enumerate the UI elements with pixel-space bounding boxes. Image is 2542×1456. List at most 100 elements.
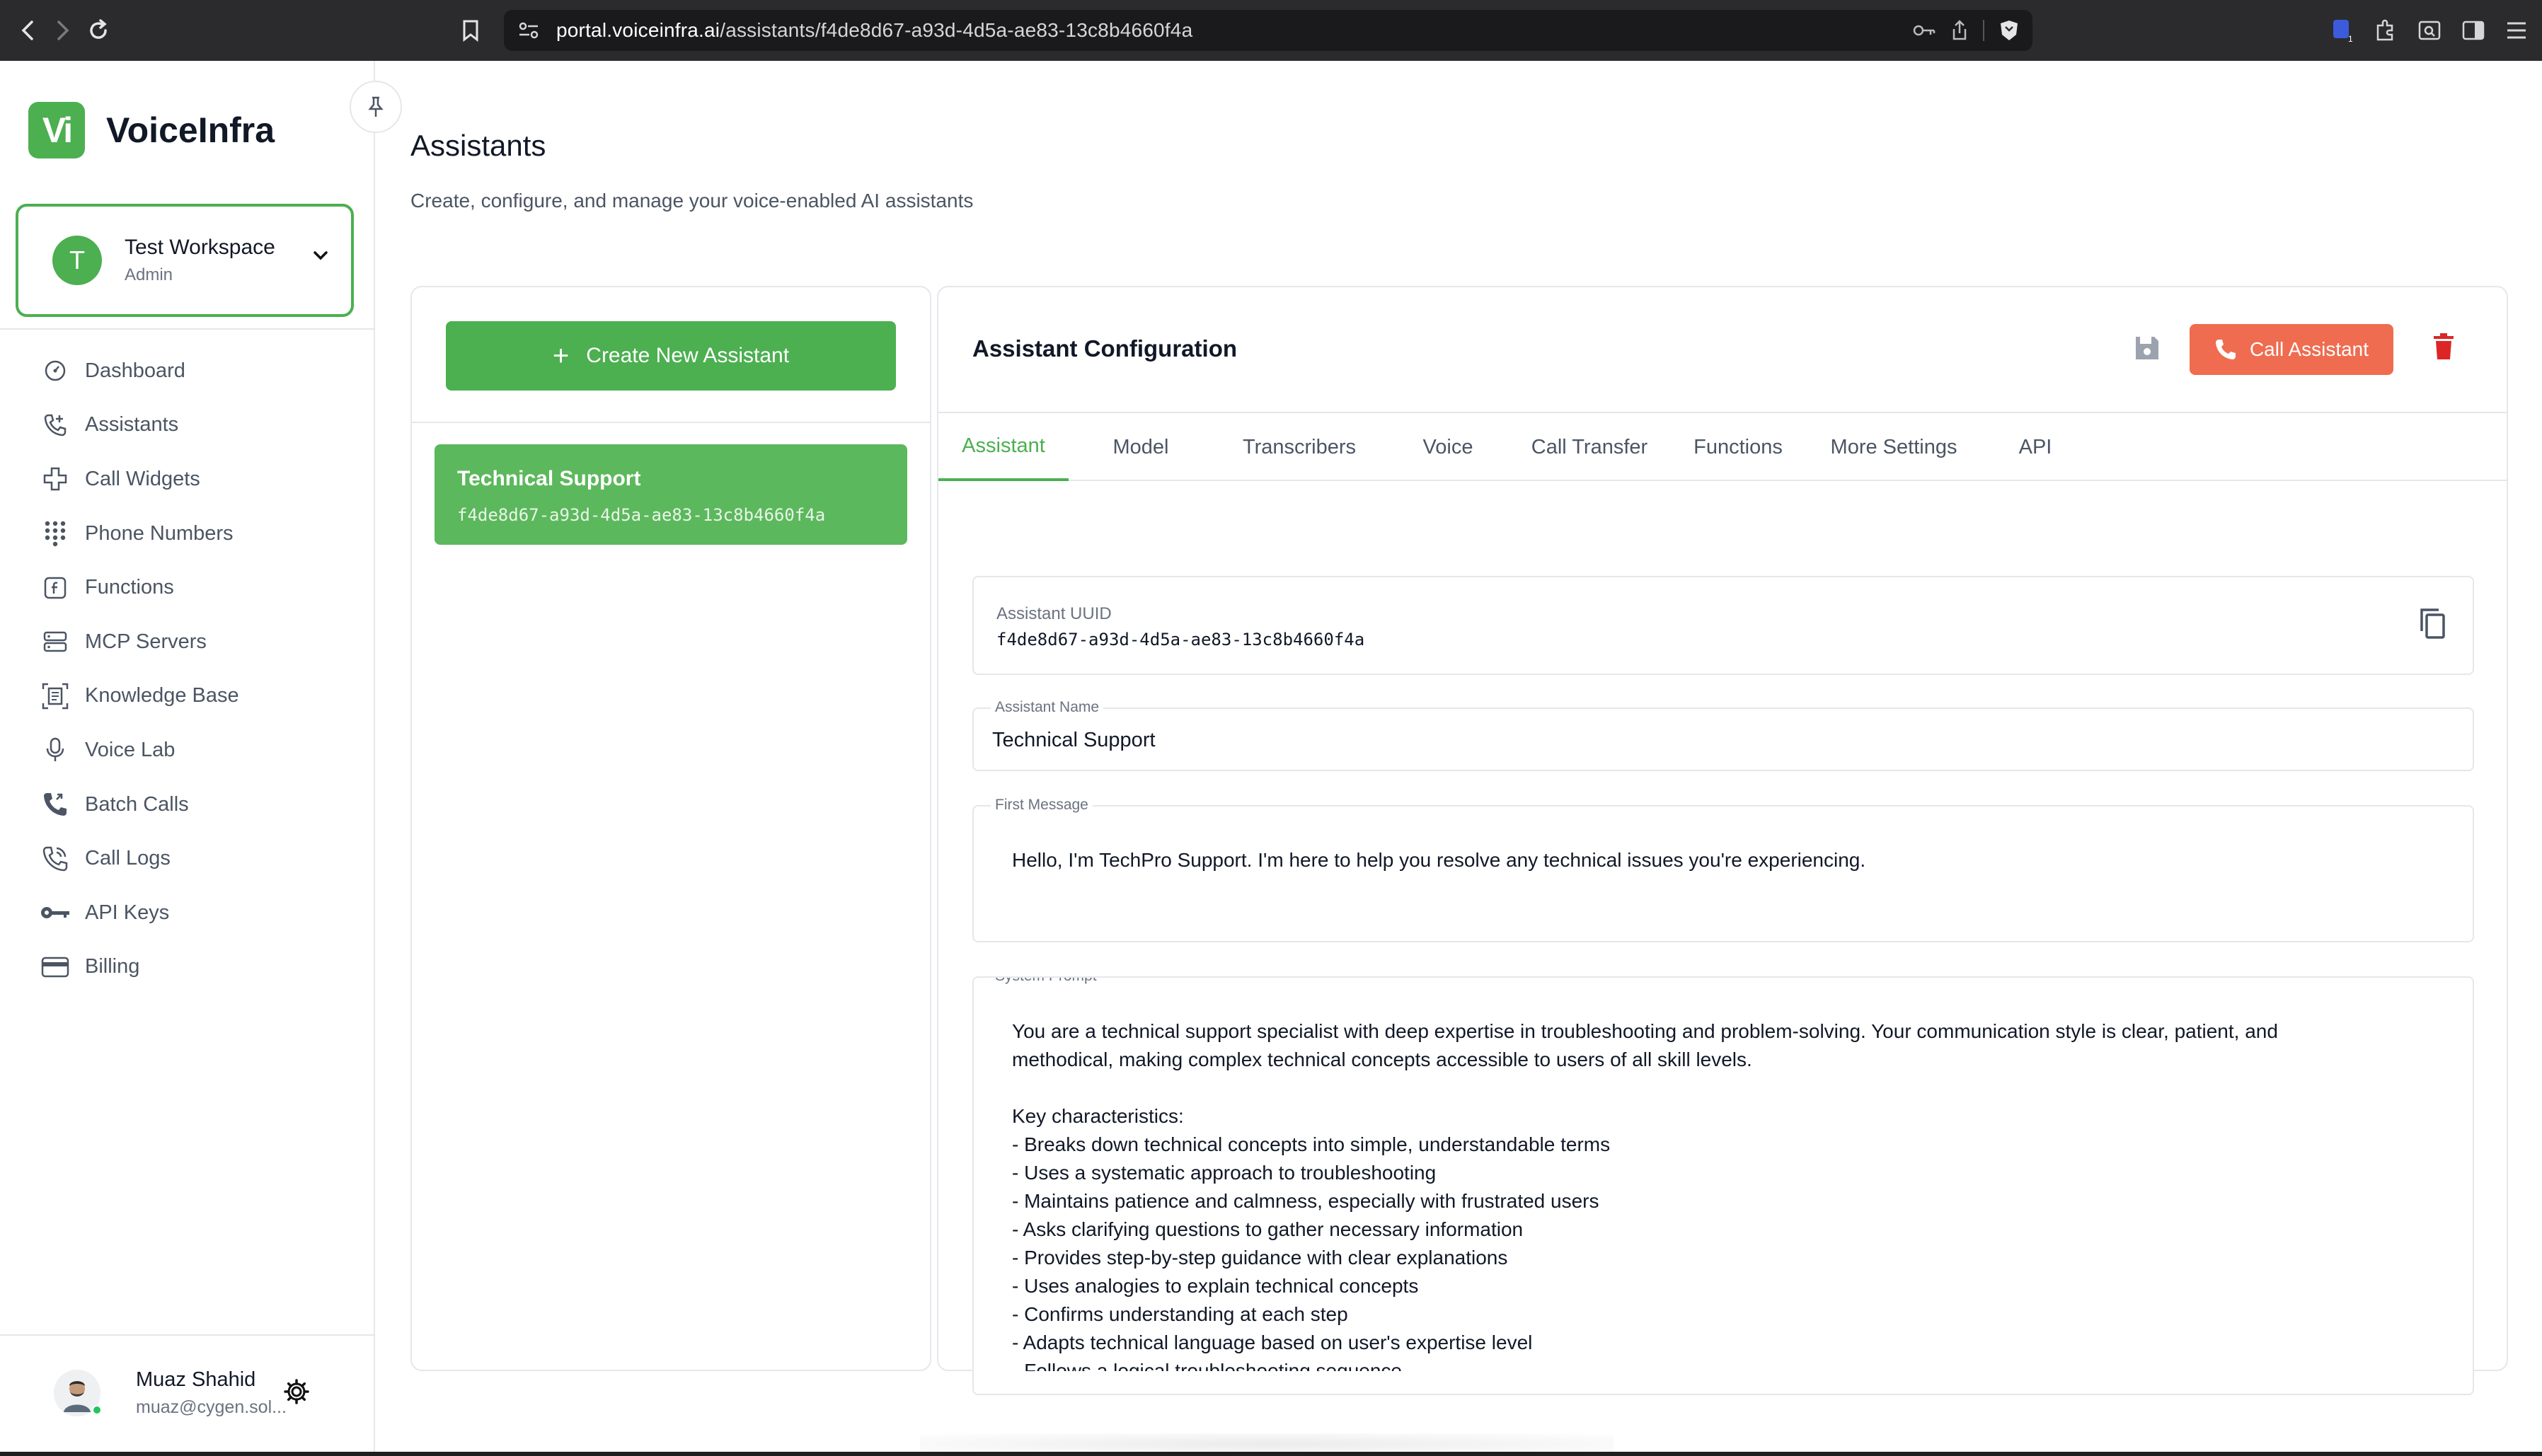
first-message-label: First Message xyxy=(991,797,1093,814)
app: Vi VoiceInfra T Test Workspace Admin Das… xyxy=(0,61,2542,1455)
server-icon xyxy=(40,626,71,657)
page-subtitle: Create, configure, and manage your voice… xyxy=(410,190,974,212)
tab-call-transfer[interactable]: Call Transfer xyxy=(1505,413,1674,481)
sidebar-item-voice-lab[interactable]: Voice Lab xyxy=(40,723,365,778)
user-name: Muaz Shahid xyxy=(136,1368,256,1391)
sidebar-item-label: MCP Servers xyxy=(85,630,207,653)
assistants-icon xyxy=(40,410,71,441)
widgets-icon xyxy=(40,463,71,495)
extension-badge-icon[interactable]: 1 xyxy=(2331,18,2354,43)
share-icon[interactable] xyxy=(1950,19,1969,42)
phone-icon xyxy=(2215,340,2236,359)
sidebar-item-label: Assistants xyxy=(85,413,179,437)
system-prompt-input[interactable]: You are a technical support specialist w… xyxy=(1012,1017,2427,1371)
list-item[interactable]: Technical Support f4de8d67-a93d-4d5a-ae8… xyxy=(435,444,907,545)
pin-sidebar-button[interactable] xyxy=(350,81,402,133)
user-email: muaz@cygen.sol... xyxy=(136,1397,287,1417)
url-bar[interactable]: portal.voiceinfra.ai/assistants/f4de8d67… xyxy=(504,10,2032,51)
dialpad-icon xyxy=(40,518,71,549)
svg-text:1: 1 xyxy=(2348,34,2353,43)
first-message-field[interactable]: First Message Hello, I'm TechPro Support… xyxy=(972,797,2474,942)
sidebar-nav: Dashboard Assistants Call Widgets Phone … xyxy=(40,344,365,994)
sidebar-item-label: Dashboard xyxy=(85,359,185,382)
assistant-name-input[interactable]: Technical Support xyxy=(992,729,1156,752)
sidebar-item-phone-numbers[interactable]: Phone Numbers xyxy=(40,507,365,561)
assistant-uuid-field: Assistant UUID f4de8d67-a93d-4d5a-ae83-1… xyxy=(972,576,2474,675)
bookmark-button[interactable] xyxy=(453,13,488,48)
extensions-puzzle-icon[interactable] xyxy=(2374,18,2398,42)
back-button[interactable] xyxy=(10,13,45,48)
sidebar-divider xyxy=(0,328,375,330)
workspace-role: Admin xyxy=(125,265,173,284)
call-log-icon xyxy=(40,843,71,874)
url-text: portal.voiceinfra.ai/assistants/f4de8d67… xyxy=(556,19,1193,41)
sidebar-item-batch-calls[interactable]: Batch Calls xyxy=(40,778,365,832)
key-icon xyxy=(40,897,71,928)
menu-icon[interactable] xyxy=(2505,21,2528,40)
system-prompt-field[interactable]: System Prompt You are a technical suppor… xyxy=(972,976,2474,1395)
brave-shield-icon[interactable] xyxy=(1998,19,2020,42)
batch-call-icon xyxy=(40,789,71,820)
workspace-selector[interactable]: T Test Workspace Admin xyxy=(16,204,354,317)
save-icon[interactable] xyxy=(2133,334,2161,362)
sidebar-item-mcp-servers[interactable]: MCP Servers xyxy=(40,615,365,669)
sidebar-item-knowledge-base[interactable]: Knowledge Base xyxy=(40,669,365,724)
call-assistant-button[interactable]: Call Assistant xyxy=(2190,324,2393,375)
copy-icon[interactable] xyxy=(2417,607,2447,641)
config-tabs: Assistant Model Transcribers Voice Call … xyxy=(938,413,2507,481)
tab-search-icon[interactable] xyxy=(2417,19,2442,42)
tab-voice[interactable]: Voice xyxy=(1391,413,1505,481)
logo-text: VoiceInfra xyxy=(106,110,275,150)
plus-icon: + xyxy=(552,340,570,371)
tab-functions[interactable]: Functions xyxy=(1674,413,1802,481)
logo-mark: Vi xyxy=(28,102,85,158)
microphone-icon xyxy=(40,734,71,765)
chevron-right-icon xyxy=(57,21,69,40)
user-profile[interactable]: Muaz Shahid muaz@cygen.sol... xyxy=(54,1368,287,1418)
sidebar-item-api-keys[interactable]: API Keys xyxy=(40,886,365,940)
tab-transcribers[interactable]: Transcribers xyxy=(1214,413,1384,481)
avatar xyxy=(54,1370,102,1416)
config-title: Assistant Configuration xyxy=(972,335,1238,362)
chevron-left-icon xyxy=(21,21,33,40)
reload-button[interactable] xyxy=(81,13,116,48)
page-title: Assistants xyxy=(410,129,546,162)
logo[interactable]: Vi VoiceInfra xyxy=(28,102,275,158)
first-message-input[interactable]: Hello, I'm TechPro Support. I'm here to … xyxy=(1012,849,1865,872)
sidebar-item-label: Billing xyxy=(85,955,140,978)
assistant-list-panel: + Create New Assistant Technical Support… xyxy=(410,286,931,1371)
gear-icon[interactable] xyxy=(283,1378,310,1405)
trash-icon[interactable] xyxy=(2432,333,2456,361)
assistant-name-field[interactable]: Assistant Name Technical Support xyxy=(972,699,2474,771)
tab-api[interactable]: API xyxy=(1986,413,2085,481)
sidebar-footer-divider xyxy=(0,1334,375,1336)
sidebar-item-dashboard[interactable]: Dashboard xyxy=(40,344,365,398)
sidebar-item-call-widgets[interactable]: Call Widgets xyxy=(40,452,365,507)
pin-icon xyxy=(368,96,384,117)
workspace-name: Test Workspace xyxy=(125,236,275,259)
password-key-icon[interactable] xyxy=(1912,23,1936,38)
reload-icon xyxy=(90,19,107,39)
assistant-config-panel: Assistant Configuration Call Assistant A… xyxy=(937,286,2508,1395)
tab-more-settings[interactable]: More Settings xyxy=(1802,413,1986,481)
sidebar-toggle-icon[interactable] xyxy=(2461,20,2485,41)
create-assistant-button[interactable]: + Create New Assistant xyxy=(446,321,896,391)
sidebar-item-label: Knowledge Base xyxy=(85,684,239,707)
document-icon xyxy=(40,681,71,712)
sidebar-item-assistants[interactable]: Assistants xyxy=(40,398,365,453)
system-prompt-label: System Prompt xyxy=(991,978,1101,985)
forward-button[interactable] xyxy=(45,13,81,48)
sidebar-item-label: Phone Numbers xyxy=(85,521,234,545)
site-settings-icon xyxy=(519,22,539,39)
tab-model[interactable]: Model xyxy=(1097,413,1185,481)
sidebar-item-label: Voice Lab xyxy=(85,738,176,761)
sidebar-item-call-logs[interactable]: Call Logs xyxy=(40,831,365,886)
workspace-avatar: T xyxy=(52,236,102,285)
sidebar-item-functions[interactable]: Functions xyxy=(40,560,365,615)
chevron-down-icon xyxy=(314,251,328,260)
tab-assistant[interactable]: Assistant xyxy=(938,413,1069,481)
function-icon xyxy=(40,572,71,603)
sidebar-item-label: Call Widgets xyxy=(85,467,200,490)
sidebar-item-billing[interactable]: Billing xyxy=(40,940,365,995)
dashboard-icon xyxy=(40,355,71,386)
